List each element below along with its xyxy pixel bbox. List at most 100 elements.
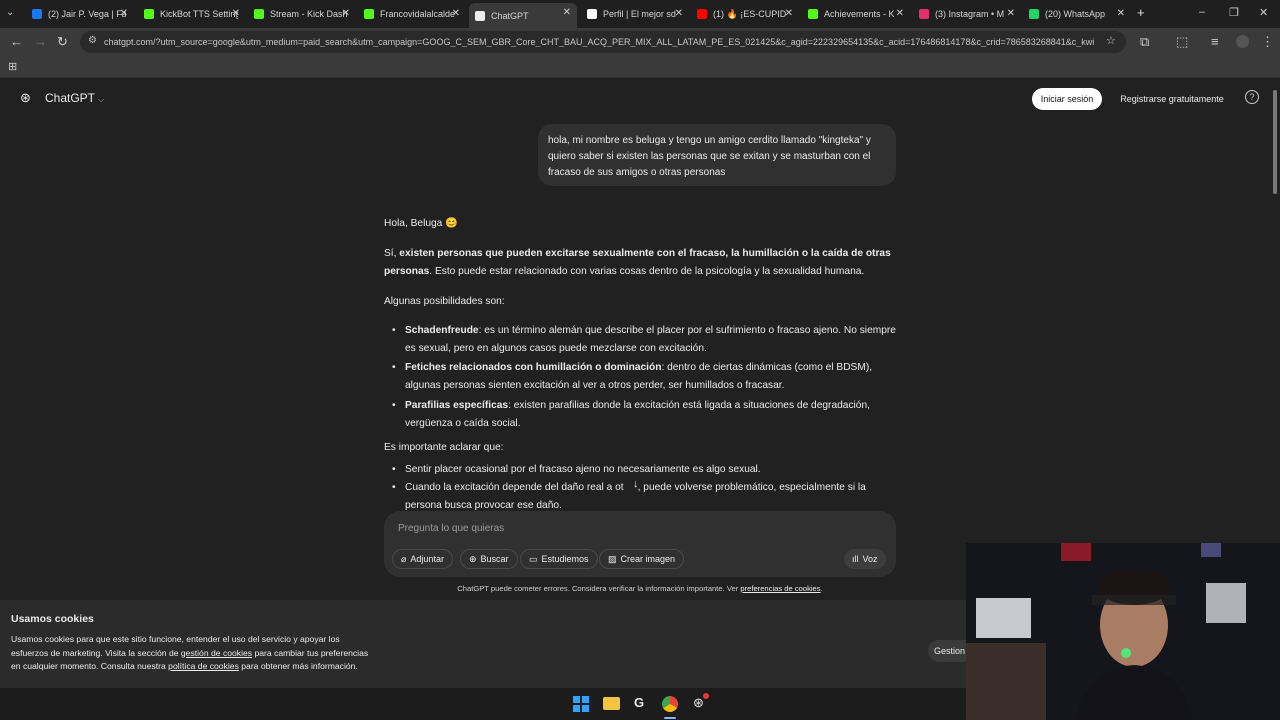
address-bar[interactable]: ⚙ chatgpt.com/?utm_source=google&utm_med… bbox=[80, 31, 1126, 53]
login-button[interactable]: Iniciar sesión bbox=[1032, 88, 1102, 110]
tab-close-icon[interactable]: ✕ bbox=[1007, 8, 1015, 19]
tab-close-icon[interactable]: ✕ bbox=[232, 8, 240, 19]
browser-tab-strip: ⌄ (2) Jair P. Vega | Fa ✕ KickBot TTS Sett… bbox=[0, 0, 1280, 28]
restore-icon[interactable]: ❐ bbox=[1229, 6, 1239, 19]
cookie-management-link[interactable]: gestión de cookies bbox=[181, 648, 252, 658]
cookie-text-2a: esfuerzos de marketing. Visita la secció… bbox=[11, 647, 181, 658]
tab-favicon-icon bbox=[254, 9, 264, 19]
scroll-down-arrow-icon[interactable]: ↓ bbox=[633, 478, 639, 490]
voice-button[interactable]: ıll Voz bbox=[844, 549, 886, 569]
active-app-indicator bbox=[664, 717, 676, 719]
create-image-button[interactable]: ▨ Crear imagen bbox=[599, 549, 685, 569]
tab-title: ChatGPT bbox=[491, 10, 529, 21]
bookmark-star-icon[interactable]: ☆ bbox=[1106, 34, 1116, 47]
browser-tab[interactable]: Perfil | El mejor sd ✕ bbox=[581, 4, 689, 24]
assistant-greeting: Hola, Beluga 😊 bbox=[384, 218, 458, 229]
browser-tab[interactable]: (3) Instagram • M ✕ bbox=[913, 4, 1021, 24]
voice-wave-icon: ıll bbox=[852, 554, 859, 564]
reload-icon[interactable]: ↻ bbox=[57, 34, 68, 50]
tab-search-icon[interactable]: ⌄ bbox=[6, 7, 14, 18]
tab-favicon-icon bbox=[808, 9, 818, 19]
tab-title: (20) WhatsApp bbox=[1045, 9, 1106, 19]
list-item: Fetiches relacionados con humillación o … bbox=[384, 359, 896, 395]
tab-media-icon[interactable]: ≡ bbox=[1211, 34, 1219, 49]
close-window-icon[interactable]: ✕ bbox=[1259, 6, 1268, 19]
tab-favicon-icon bbox=[587, 9, 597, 19]
tab-title: Stream - Kick Dash bbox=[270, 9, 348, 19]
chatgpt-app-icon[interactable]: ⊛ bbox=[693, 695, 704, 711]
windows-start-icon[interactable] bbox=[573, 696, 589, 712]
chatgpt-header: ⊛ ChatGPT ⌵ Iniciar sesión Registrarse g… bbox=[0, 80, 1280, 116]
tab-favicon-icon bbox=[475, 10, 485, 21]
study-button[interactable]: ▭ Estudiemos bbox=[520, 549, 598, 569]
message-input[interactable]: Pregunta lo que quieras bbox=[398, 523, 504, 534]
tab-favicon-icon bbox=[32, 9, 42, 19]
list-item: Sentir placer ocasional por el fracaso a… bbox=[384, 461, 896, 479]
tab-close-icon[interactable]: ✕ bbox=[452, 8, 460, 19]
chrome-icon[interactable] bbox=[662, 696, 678, 712]
forward-icon[interactable]: → bbox=[34, 34, 47, 49]
bookmarks-bar: ⊞ bbox=[0, 56, 1280, 78]
back-icon[interactable]: ← bbox=[10, 34, 23, 49]
webcam-overlay bbox=[966, 543, 1280, 720]
downloads-icon[interactable]: ⬚ bbox=[1176, 34, 1188, 50]
tab-title: (3) Instagram • M bbox=[935, 9, 1005, 19]
cookie-text-line-2: esfuerzos de marketing. Visita la secció… bbox=[11, 647, 431, 661]
webcam-image bbox=[966, 543, 1280, 720]
tab-close-icon[interactable]: ✕ bbox=[785, 8, 793, 19]
browser-tab[interactable]: Stream - Kick Dash ✕ bbox=[248, 4, 356, 24]
site-info-icon[interactable]: ⚙ bbox=[88, 35, 97, 46]
extensions-icon[interactable]: ⧉ bbox=[1140, 34, 1149, 50]
tab-favicon-icon bbox=[1029, 9, 1039, 19]
notification-badge bbox=[703, 693, 709, 699]
search-button[interactable]: ⊕ Buscar bbox=[460, 549, 518, 569]
browser-tab[interactable]: (1) 🔥 ¡ES-CUPID ✕ bbox=[691, 4, 799, 24]
para1-lead: Sí, bbox=[384, 248, 400, 259]
tab-title: (1) 🔥 ¡ES-CUPID bbox=[713, 8, 787, 19]
tab-close-icon[interactable]: ✕ bbox=[342, 8, 350, 19]
help-icon[interactable]: ? bbox=[1245, 90, 1259, 104]
attach-label: Adjuntar bbox=[410, 554, 444, 564]
minimize-icon[interactable]: – bbox=[1199, 6, 1205, 18]
book-icon: ▭ bbox=[529, 553, 538, 564]
profile-avatar[interactable] bbox=[1236, 35, 1249, 48]
study-label: Estudiemos bbox=[541, 554, 589, 564]
model-selector[interactable]: ChatGPT ⌵ bbox=[45, 91, 104, 105]
user-message-bubble: hola, mi nombre es beluga y tengo un ami… bbox=[538, 124, 896, 186]
assistant-paragraph-2: Algunas posibilidades son: bbox=[384, 296, 505, 307]
browser-tab[interactable]: KickBot TTS Setting ✕ bbox=[138, 4, 246, 24]
tab-close-icon[interactable]: ✕ bbox=[675, 8, 683, 19]
browser-tab[interactable]: Achievements - K ✕ bbox=[802, 4, 910, 24]
apps-grid-icon[interactable]: ⊞ bbox=[8, 60, 17, 73]
tab-title: KickBot TTS Setting bbox=[160, 9, 238, 19]
cookie-policy-link[interactable]: política de cookies bbox=[168, 661, 239, 671]
attach-button[interactable]: ⌀ Adjuntar bbox=[392, 549, 453, 569]
cookie-preferences-link[interactable]: preferencias de cookies bbox=[740, 584, 820, 593]
new-tab-icon[interactable]: + bbox=[1137, 5, 1145, 20]
cookie-title: Usamos cookies bbox=[11, 613, 94, 625]
tab-close-icon[interactable]: ✕ bbox=[1117, 8, 1125, 19]
disclaimer-end: . bbox=[820, 584, 823, 593]
scrollbar-track[interactable] bbox=[1272, 82, 1278, 598]
cookie-text-2b: para cambiar tus preferencias bbox=[252, 647, 369, 658]
app-g-icon[interactable]: G bbox=[634, 695, 644, 710]
browser-tab[interactable]: (2) Jair P. Vega | Fa ✕ bbox=[26, 4, 134, 24]
register-button[interactable]: Registrarse gratuitamente bbox=[1110, 88, 1234, 110]
browser-tab[interactable]: Francovidalalcalde ✕ bbox=[358, 4, 466, 24]
voice-label: Voz bbox=[862, 554, 878, 564]
tab-close-icon[interactable]: ✕ bbox=[563, 7, 571, 18]
scrollbar-thumb[interactable] bbox=[1273, 90, 1277, 194]
cookie-text-3b: para obtener más información. bbox=[238, 661, 358, 671]
browser-tab[interactable]: ChatGPT ✕ bbox=[469, 3, 577, 28]
list-item-text: : es un término alemán que describe el p… bbox=[405, 325, 896, 354]
list-item-term: Schadenfreude bbox=[405, 325, 479, 336]
browser-tab[interactable]: (20) WhatsApp ✕ bbox=[1023, 4, 1131, 24]
file-explorer-icon[interactable] bbox=[603, 697, 620, 710]
list-item: Schadenfreude: es un término alemán que … bbox=[384, 322, 896, 358]
tab-close-icon[interactable]: ✕ bbox=[120, 8, 128, 19]
browser-menu-icon[interactable]: ⋮ bbox=[1261, 34, 1274, 50]
tab-close-icon[interactable]: ✕ bbox=[896, 8, 904, 19]
list-item: Parafilias específicas: existen parafili… bbox=[384, 397, 896, 433]
cookie-text-line-3: en cualquier momento. Consulta nuestra p… bbox=[11, 660, 431, 674]
assistant-paragraph-1: Sí, existen personas que pueden excitars… bbox=[384, 245, 896, 281]
